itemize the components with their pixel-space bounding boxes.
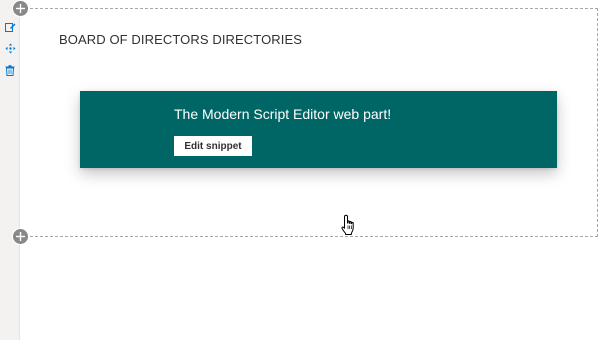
plus-icon <box>16 4 25 13</box>
section-title: BOARD OF DIRECTORS DIRECTORIES <box>59 32 303 47</box>
edit-icon[interactable] <box>4 21 16 33</box>
delete-icon[interactable] <box>4 64 16 76</box>
section-toolbar-rail <box>0 0 20 340</box>
add-section-bottom-button[interactable] <box>12 228 29 245</box>
webpart-message: The Modern Script Editor web part! <box>174 106 392 122</box>
move-icon[interactable] <box>4 42 16 54</box>
edit-snippet-button[interactable]: Edit snippet <box>174 136 252 156</box>
add-section-top-button[interactable] <box>12 0 29 17</box>
plus-icon <box>16 232 25 241</box>
script-editor-webpart[interactable]: The Modern Script Editor web part! Edit … <box>80 91 557 168</box>
